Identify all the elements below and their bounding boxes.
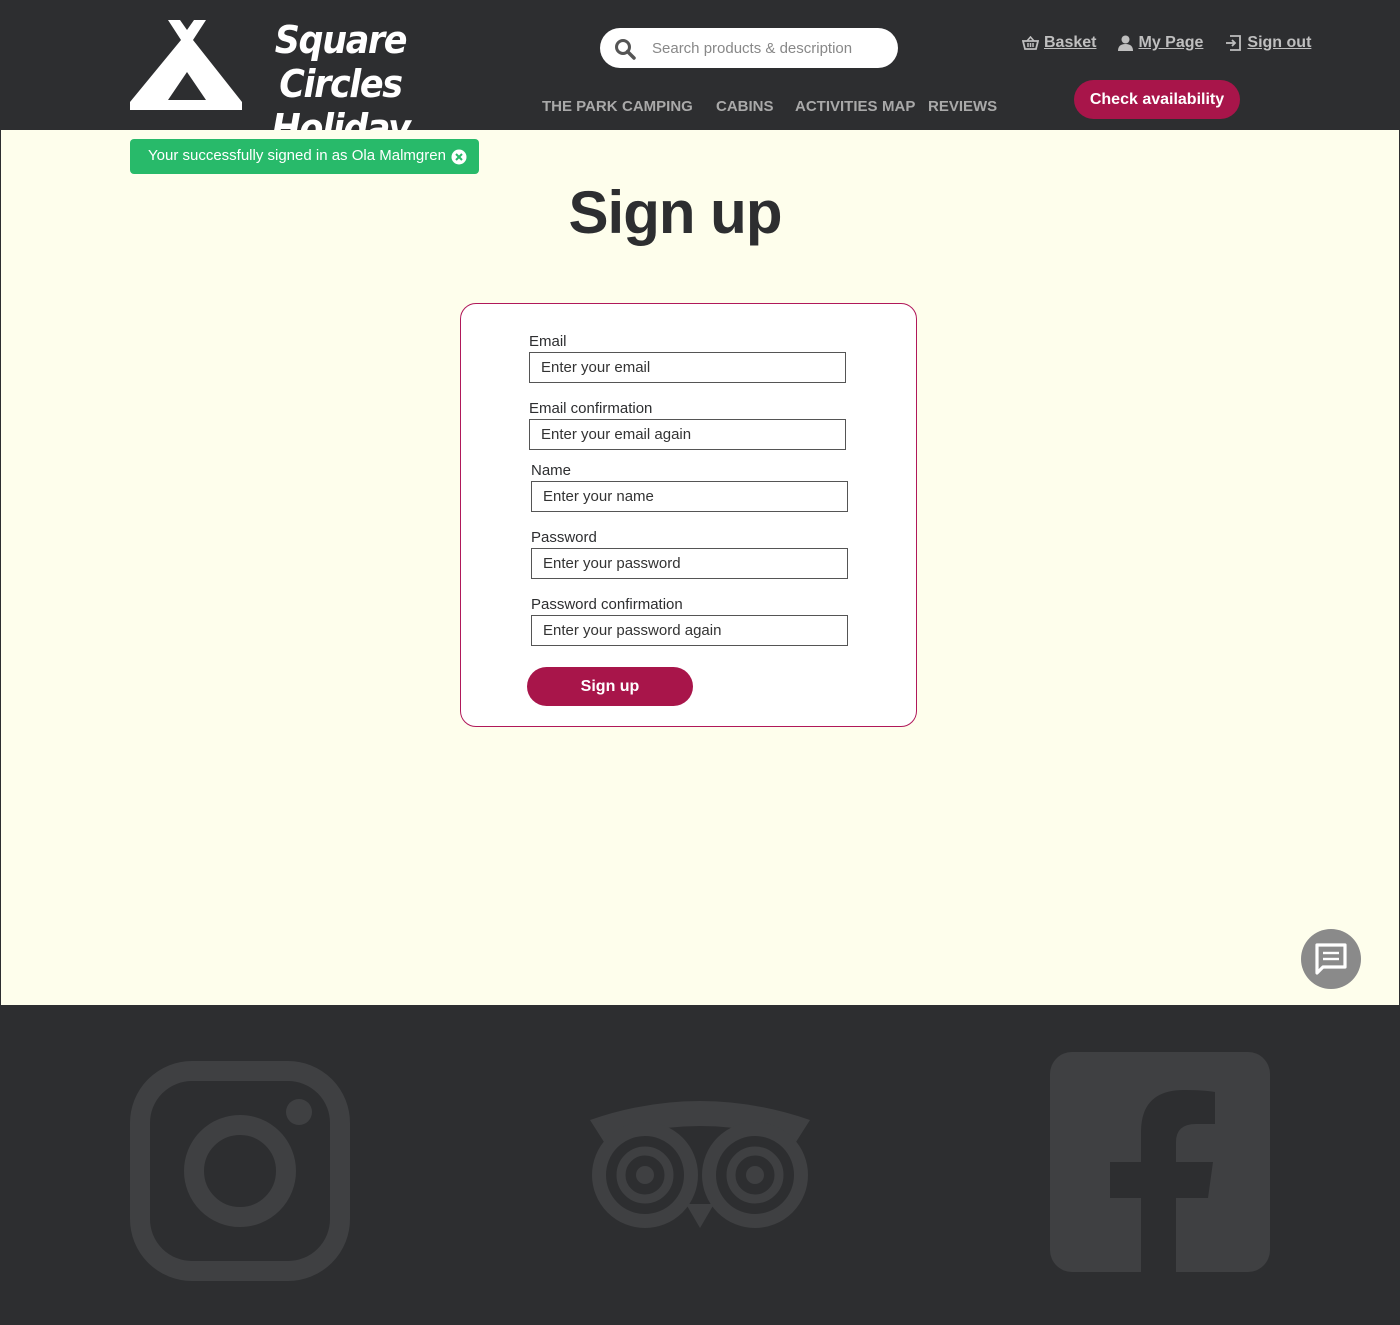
chat-button[interactable] [1301,929,1361,989]
site-header: Square Circles Holiday Park Basket [0,0,1400,194]
email-confirmation-label: Email confirmation [529,400,653,417]
toast-message: Your successfully signed in as Ola Malmg… [148,147,446,164]
my-page-link[interactable]: My Page [1118,34,1203,52]
instagram-icon[interactable] [130,1061,350,1281]
facebook-icon[interactable] [1050,1052,1270,1272]
email-field[interactable] [529,352,846,383]
account-links: Basket My Page Sign out [1022,34,1311,52]
tripadvisor-icon[interactable] [590,1100,810,1230]
password-field[interactable] [531,548,848,579]
site-footer [0,1005,1400,1325]
page-title: Sign up [568,179,783,246]
basket-icon [1022,36,1039,50]
basket-label: Basket [1044,34,1097,51]
password-label: Password [531,529,597,546]
password-confirmation-label: Password confirmation [531,596,683,613]
email-label: Email [529,333,567,350]
my-page-label: My Page [1138,34,1204,51]
tent-icon [130,20,242,110]
nav-item-reviews[interactable]: REVIEWS [928,98,997,115]
success-toast: Your successfully signed in as Ola Malmg… [130,139,479,174]
check-availability-button[interactable]: Check availability [1074,80,1240,119]
signup-form: Email Email confirmation Name Password P… [460,303,917,727]
chat-icon [1315,943,1347,975]
search-icon [615,39,636,60]
name-field[interactable] [531,481,848,512]
name-label: Name [531,462,572,479]
password-confirmation-field[interactable] [531,615,848,646]
nav-item-the-park[interactable]: THE PARK [542,98,618,115]
nav-item-map[interactable]: MAP [882,98,915,115]
sign-up-button[interactable]: Sign up [527,667,693,706]
nav-item-camping[interactable]: CAMPING [622,98,693,115]
close-circle-icon[interactable] [451,149,467,165]
email-confirmation-field[interactable] [529,419,846,450]
user-icon [1118,35,1134,51]
basket-link[interactable]: Basket [1022,34,1096,52]
nav-item-activities[interactable]: ACTIVITIES [795,98,878,115]
search-input[interactable] [652,36,888,60]
nav-item-cabins[interactable]: CABINS [716,98,774,115]
logo-line-1: Square Circles [274,18,408,106]
search-box[interactable] [600,28,898,68]
sign-out-icon [1226,35,1242,51]
sign-out-link[interactable]: Sign out [1225,34,1311,52]
sign-out-label: Sign out [1247,34,1312,51]
main-content: Your successfully signed in as Ola Malmg… [1,130,1399,1005]
